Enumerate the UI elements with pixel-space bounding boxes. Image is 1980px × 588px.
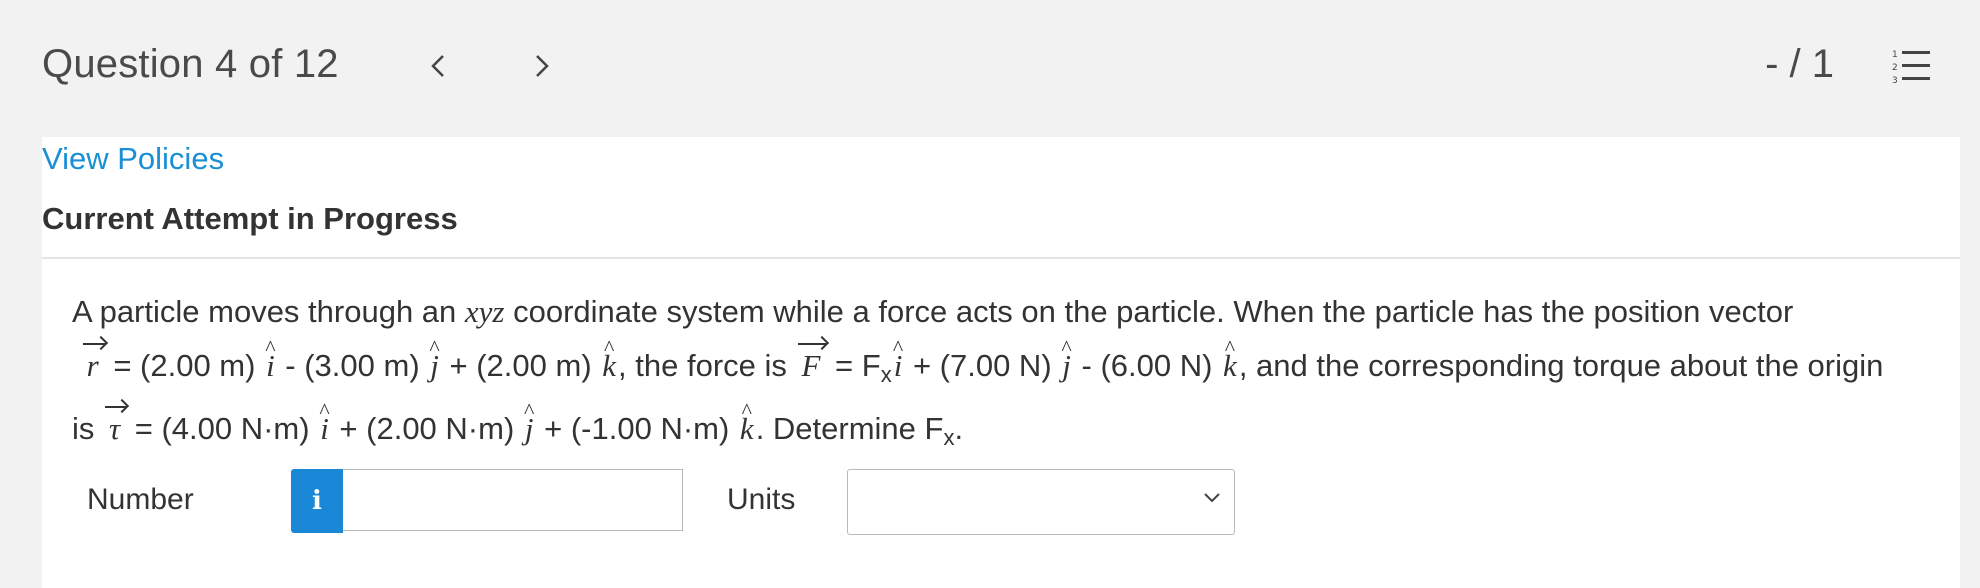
chevron-right-icon xyxy=(536,55,549,77)
question-text-part: = (4.00 N·m) xyxy=(126,411,319,446)
question-header: Question 4 of 12 - / 1 1 2 3 xyxy=(0,0,1980,137)
question-text-part: - (6.00 N) xyxy=(1072,348,1222,383)
question-text-part: . Determine F xyxy=(755,411,944,446)
position-vector-symbol: r xyxy=(81,339,105,393)
unit-vector-k: k xyxy=(1221,339,1239,393)
units-select[interactable] xyxy=(847,469,1235,535)
score-display: - / 1 xyxy=(1765,42,1834,86)
question-text-part: - (3.00 m) xyxy=(276,348,429,383)
question-text: A particle moves through an xyz coordina… xyxy=(72,285,1952,465)
attempt-status: Current Attempt in Progress xyxy=(42,201,458,236)
number-input[interactable] xyxy=(343,469,683,531)
previous-question-button[interactable] xyxy=(420,46,456,86)
question-text-part: . xyxy=(954,411,964,446)
next-question-button[interactable] xyxy=(524,46,560,86)
question-text-part: , and the corresponding torque about the… xyxy=(1238,348,1884,383)
unit-vector-i: i xyxy=(264,339,277,393)
question-text-part: + (-1.00 N·m) xyxy=(535,411,738,446)
torque-vector-symbol: τ xyxy=(103,402,127,456)
question-list-button[interactable]: 1 2 3 xyxy=(1890,46,1932,88)
question-text-part: xyz xyxy=(464,294,505,329)
divider xyxy=(42,257,1960,259)
unit-vector-k: k xyxy=(738,402,756,456)
numbered-list-icon: 1 2 3 xyxy=(1892,50,1930,86)
question-title: Question 4 of 12 xyxy=(42,42,339,86)
question-text-part: is xyxy=(72,411,103,446)
force-vector-symbol: F xyxy=(796,339,827,393)
svg-text:2: 2 xyxy=(1892,63,1898,73)
chevron-left-icon xyxy=(431,55,444,77)
question-text-part: , the force is xyxy=(618,348,796,383)
subscript: x xyxy=(880,362,892,387)
svg-text:1: 1 xyxy=(1892,50,1898,60)
question-text-part: = F xyxy=(826,348,881,383)
question-content: View Policies Current Attempt in Progres… xyxy=(42,137,1960,588)
unit-vector-j: j xyxy=(1060,339,1073,393)
unit-vector-i: i xyxy=(892,339,905,393)
answer-row: Number i Units xyxy=(87,469,1487,535)
unit-vector-i: i xyxy=(318,402,331,456)
unit-vector-j: j xyxy=(428,339,441,393)
question-text-part: coordinate system while a force acts on … xyxy=(504,294,1794,329)
chevron-down-icon xyxy=(1204,493,1220,503)
question-text-part: + (2.00 N·m) xyxy=(330,411,523,446)
question-text-part: = (2.00 m) xyxy=(104,348,265,383)
subscript: x xyxy=(943,425,955,450)
svg-text:3: 3 xyxy=(1892,76,1898,86)
info-button[interactable]: i xyxy=(291,469,343,533)
view-policies-link[interactable]: View Policies xyxy=(42,141,224,177)
unit-vector-k: k xyxy=(600,339,618,393)
question-text-part: + (7.00 N) xyxy=(904,348,1061,383)
unit-vector-j: j xyxy=(523,402,536,456)
info-icon: i xyxy=(312,486,322,516)
number-label: Number xyxy=(87,483,194,516)
units-label: Units xyxy=(727,483,796,516)
question-text-part: + (2.00 m) xyxy=(440,348,601,383)
